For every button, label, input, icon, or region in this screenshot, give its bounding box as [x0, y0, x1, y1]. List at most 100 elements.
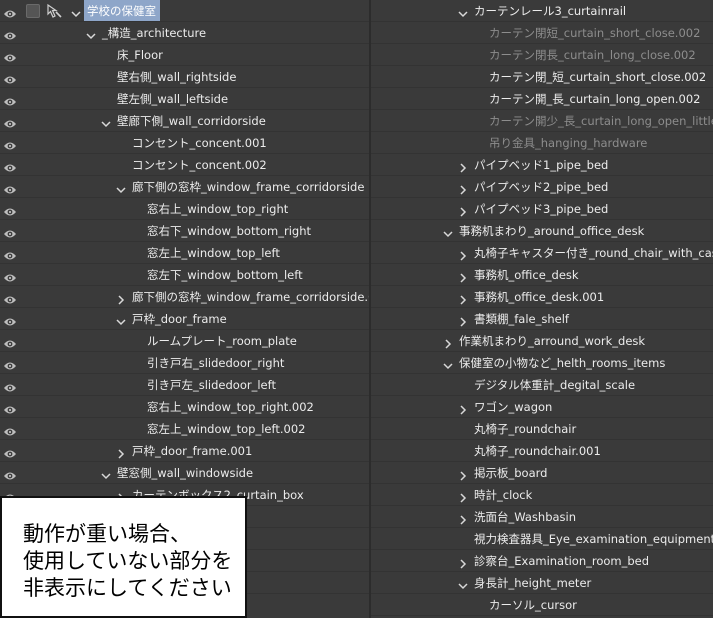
outliner-item-label[interactable]: パイプベッド3_pipe_bed [471, 198, 612, 219]
outliner-item-label[interactable]: パイプベッド1_pipe_bed [471, 154, 612, 175]
chevron-down-icon[interactable] [100, 115, 112, 128]
eye-icon[interactable] [3, 137, 17, 150]
outliner-item-label[interactable]: 引き戸左_slidedoor_left [144, 374, 280, 395]
outliner-row[interactable]: パイプベッド3_pipe_bed [371, 198, 713, 220]
chevron-right-icon[interactable] [457, 467, 469, 481]
outliner-item-label[interactable]: カーテン開_長_curtain_long_open.002 [486, 88, 705, 109]
outliner-row[interactable]: 視力検査器具_Eye_examination_equipment [371, 528, 713, 550]
outliner-item-label[interactable]: 学校の保健室 [84, 0, 160, 21]
outliner-row[interactable]: コンセント_concent.002 [0, 154, 369, 176]
outliner-row[interactable]: 窓左上_window_top_left.002 [0, 418, 369, 440]
outliner-item-label[interactable]: コンセント_concent.001 [129, 132, 271, 153]
outliner-item-label[interactable]: カーテン閉長_curtain_long_close.002 [486, 44, 700, 65]
outliner-item-label[interactable]: カーソル_cursor [486, 594, 581, 615]
outliner-row[interactable]: 壁左側_wall_leftside [0, 88, 369, 110]
eye-icon[interactable] [3, 445, 17, 458]
chevron-right-icon[interactable] [442, 335, 454, 349]
chevron-down-icon[interactable] [442, 357, 454, 370]
chevron-right-icon[interactable] [457, 511, 469, 525]
eye-icon[interactable] [3, 181, 17, 194]
outliner-item-label[interactable]: 窓左上_window_top_left.002 [144, 418, 309, 439]
chevron-right-icon[interactable] [457, 555, 469, 569]
outliner-item-label[interactable]: 診察台_Examination_room_bed [471, 550, 653, 571]
outliner-row[interactable]: 戸枠_door_frame [0, 308, 369, 330]
outliner-row[interactable]: カーソル_cursor [371, 594, 713, 616]
chevron-down-icon[interactable] [115, 313, 127, 326]
eye-icon[interactable] [3, 313, 17, 326]
chevron-right-icon[interactable] [457, 401, 469, 415]
outliner-row[interactable]: 窓右上_window_top_right [0, 198, 369, 220]
chevron-down-icon[interactable] [457, 5, 469, 18]
chevron-down-icon[interactable] [115, 181, 127, 194]
chevron-right-icon[interactable] [457, 291, 469, 305]
outliner-row[interactable]: _構造_architecture [0, 22, 369, 44]
eye-icon[interactable] [3, 225, 17, 238]
chevron-down-icon[interactable] [70, 5, 82, 18]
outliner-item-label[interactable]: 戸枠_door_frame [129, 308, 231, 329]
outliner-item-label[interactable]: カーテンレール3_curtainrail [471, 0, 630, 21]
outliner-item-label[interactable]: 洗面台_Washbasin [471, 506, 580, 527]
outliner-item-label[interactable]: 壁廊下側_wall_corridorside [114, 110, 270, 131]
outliner-item-label[interactable]: 窓左下_window_bottom_left [144, 264, 307, 285]
outliner-row[interactable]: 事務机まわり_around_office_desk [371, 220, 713, 242]
eye-icon[interactable] [3, 247, 17, 260]
outliner-row[interactable]: 吊り金具_hanging_hardware [371, 132, 713, 154]
eye-icon[interactable] [3, 159, 17, 172]
outliner-row[interactable]: ルームプレート_room_plate [0, 330, 369, 352]
eye-icon[interactable] [3, 71, 17, 84]
outliner-row[interactable]: カーテン閉短_curtain_short_close.002 [371, 22, 713, 44]
eye-icon[interactable] [3, 115, 17, 128]
outliner-item-label[interactable]: 丸椅子キャスター付き_round_chair_with_casters [471, 242, 713, 263]
outliner-row[interactable]: 学校の保健室 [0, 0, 369, 22]
outliner-row[interactable]: 事務机_office_desk [371, 264, 713, 286]
outliner-item-label[interactable]: 床_Floor [114, 44, 167, 65]
outliner-row[interactable]: 作業机まわり_arround_work_desk [371, 330, 713, 352]
outliner-row[interactable]: 窓左上_window_top_left [0, 242, 369, 264]
outliner-item-label[interactable]: 丸椅子_roundchair.001 [471, 440, 605, 461]
outliner-row[interactable]: 丸椅子キャスター付き_round_chair_with_casters [371, 242, 713, 264]
outliner-row[interactable]: カーテン閉_短_curtain_short_close.002 [371, 66, 713, 88]
eye-icon[interactable] [3, 379, 17, 392]
outliner-item-label[interactable]: 作業机まわり_arround_work_desk [456, 330, 649, 351]
outliner-row[interactable]: カーテン開_長_curtain_long_open.002 [371, 88, 713, 110]
outliner-row[interactable]: 洗面台_Washbasin [371, 506, 713, 528]
outliner-item-label[interactable]: 壁右側_wall_rightside [114, 66, 240, 87]
outliner-row[interactable]: パイプベッド1_pipe_bed [371, 154, 713, 176]
checkbox-icon[interactable] [26, 4, 40, 18]
chevron-right-icon[interactable] [115, 445, 127, 459]
outliner-item-label[interactable]: 引き戸右_slidedoor_right [144, 352, 288, 373]
chevron-down-icon[interactable] [100, 467, 112, 480]
outliner-item-label[interactable]: 保健室の小物など_helth_rooms_items [456, 352, 669, 373]
outliner-row[interactable]: 廊下側の窓枠_window_frame_corridorside.001 [0, 286, 369, 308]
outliner-row[interactable]: 壁窓側_wall_windowside [0, 462, 369, 484]
outliner-row[interactable]: 窓右上_window_top_right.002 [0, 396, 369, 418]
outliner-row[interactable]: 壁廊下側_wall_corridorside [0, 110, 369, 132]
outliner-row[interactable]: 窓左下_window_bottom_left [0, 264, 369, 286]
chevron-right-icon[interactable] [457, 313, 469, 327]
eye-icon[interactable] [3, 269, 17, 282]
outliner-item-label[interactable]: デジタル体重計_degital_scale [471, 374, 639, 395]
outliner-row[interactable]: 診察台_Examination_room_bed [371, 550, 713, 572]
chevron-down-icon[interactable] [457, 577, 469, 590]
chevron-right-icon[interactable] [457, 181, 469, 195]
outliner-row[interactable]: 丸椅子_roundchair.001 [371, 440, 713, 462]
outliner-item-label[interactable]: 壁窓側_wall_windowside [114, 462, 257, 483]
chevron-down-icon[interactable] [85, 27, 97, 40]
outliner-item-label[interactable]: 身長計_height_meter [471, 572, 595, 593]
outliner-row[interactable]: 引き戸左_slidedoor_left [0, 374, 369, 396]
outliner-row[interactable]: 窓右下_window_bottom_right [0, 220, 369, 242]
outliner-item-label[interactable]: ワゴン_wagon [471, 396, 556, 417]
outliner-row[interactable]: カーテンレール3_curtainrail [371, 0, 713, 22]
outliner-item-label[interactable]: 壁左側_wall_leftside [114, 88, 232, 109]
outliner-row[interactable]: コンセント_concent.001 [0, 132, 369, 154]
outliner-item-label[interactable]: 掲示板_board [471, 462, 551, 483]
chevron-right-icon[interactable] [457, 269, 469, 283]
outliner-item-label[interactable]: 書類棚_fale_shelf [471, 308, 573, 329]
outliner-item-label[interactable]: 視力検査器具_Eye_examination_equipment [471, 528, 713, 549]
chevron-right-icon[interactable] [457, 247, 469, 261]
eye-icon[interactable] [3, 357, 17, 370]
eye-icon[interactable] [3, 401, 17, 414]
outliner-row[interactable]: カーテン開少_長_curtain_long_open_little.002 [371, 110, 713, 132]
chevron-right-icon[interactable] [457, 159, 469, 173]
eye-icon[interactable] [3, 203, 17, 216]
